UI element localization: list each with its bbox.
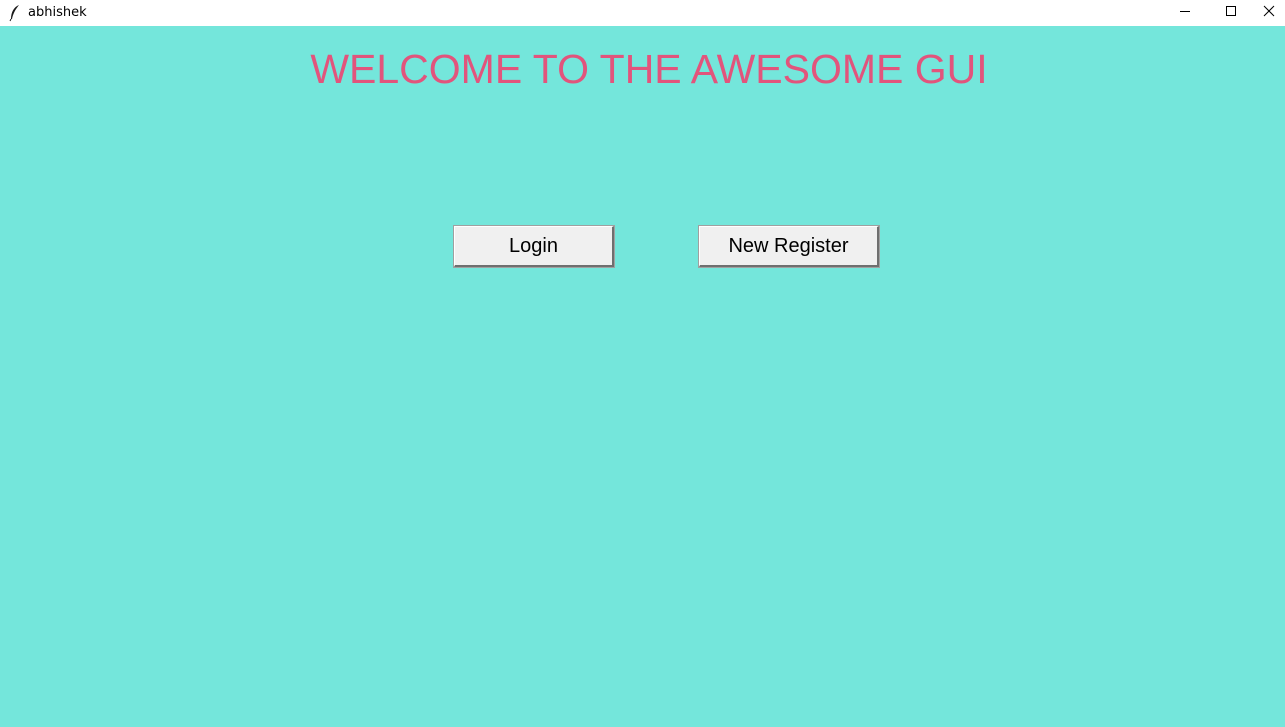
login-button[interactable]: Login xyxy=(453,225,615,268)
app-window: abhishek WELCOME TO THE AWESOME GUI Logi… xyxy=(0,0,1285,727)
minimize-icon xyxy=(1179,4,1191,22)
title-bar[interactable]: abhishek xyxy=(0,0,1285,26)
maximize-button[interactable] xyxy=(1208,0,1254,26)
welcome-heading: WELCOME TO THE AWESOME GUI xyxy=(310,46,988,92)
window-title: abhishek xyxy=(28,5,87,20)
feather-icon xyxy=(8,4,22,22)
minimize-button[interactable] xyxy=(1162,0,1208,26)
close-icon xyxy=(1263,4,1275,22)
maximize-icon xyxy=(1225,4,1237,22)
new-register-button[interactable]: New Register xyxy=(698,225,880,268)
main-panel: WELCOME TO THE AWESOME GUI Login New Reg… xyxy=(0,26,1285,727)
close-button[interactable] xyxy=(1253,0,1285,26)
